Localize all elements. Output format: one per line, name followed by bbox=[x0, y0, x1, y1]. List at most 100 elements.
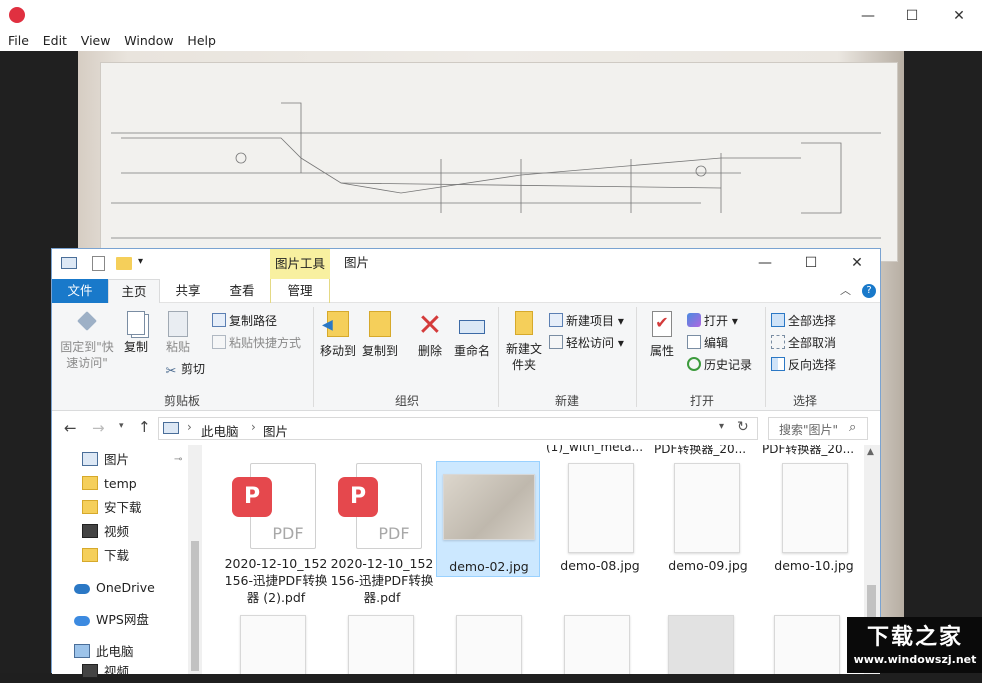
breadcrumb-pictures[interactable]: 图片 bbox=[263, 421, 288, 440]
wps-cloud-icon bbox=[74, 616, 90, 626]
nav-item-videos[interactable]: 视频 bbox=[82, 521, 129, 543]
quick-properties-icon[interactable] bbox=[92, 256, 105, 271]
move-to-label: 移动到 bbox=[319, 344, 356, 358]
tab-view[interactable]: 查看 bbox=[216, 279, 268, 303]
viewer-close-button[interactable]: ✕ bbox=[936, 0, 982, 31]
tab-share[interactable]: 共享 bbox=[162, 279, 214, 303]
image-thumbnail bbox=[348, 615, 414, 674]
organize-group-label: 组织 bbox=[394, 394, 419, 408]
nav-item-downloads[interactable]: 下载 bbox=[82, 545, 129, 567]
address-bar[interactable]: › 此电脑 › 图片 ▾ ↻ bbox=[158, 417, 758, 440]
search-box[interactable]: 搜索"图片" ⌕ bbox=[768, 417, 868, 440]
tab-home[interactable]: 主页 bbox=[108, 279, 160, 304]
edit-button[interactable]: 编辑 bbox=[687, 335, 728, 351]
menu-view[interactable]: View bbox=[81, 31, 111, 51]
new-item-label: 新建项目 bbox=[566, 314, 615, 328]
viewer-maximize-button[interactable]: ☐ bbox=[889, 0, 935, 31]
breadcrumb-this-pc[interactable]: 此电脑 bbox=[201, 421, 239, 440]
nav-item-onedrive[interactable]: OneDrive bbox=[74, 577, 155, 599]
copy-to-button[interactable]: 复制到 bbox=[360, 311, 400, 359]
delete-button[interactable]: ✕ 删除 bbox=[410, 311, 450, 359]
file-name: 2020-12-10_152156-迅捷PDF转换器 (2).pdf bbox=[224, 556, 328, 605]
tab-file[interactable]: 文件 bbox=[52, 279, 108, 303]
nav-item-this-pc[interactable]: 此电脑 bbox=[74, 641, 134, 663]
rename-button[interactable]: 重命名 bbox=[450, 311, 494, 359]
search-placeholder: 搜索"图片" bbox=[779, 423, 839, 437]
select-none-icon bbox=[771, 335, 785, 349]
folder-icon bbox=[82, 476, 98, 490]
select-none-button[interactable]: 全部取消 bbox=[771, 335, 836, 351]
nav-item-temp[interactable]: temp bbox=[82, 473, 137, 495]
select-all-button[interactable]: 全部选择 bbox=[771, 313, 836, 329]
up-arrow-icon[interactable]: ↑ bbox=[138, 418, 151, 436]
file-item[interactable]: P PDF 2020-12-10_152156-迅捷PDF转换器 (2).pdf bbox=[222, 463, 330, 605]
watermark-title: 下载之家 bbox=[866, 624, 963, 650]
quick-new-folder-icon[interactable] bbox=[116, 257, 132, 270]
easy-access-button[interactable]: 轻松访问 ▾ bbox=[549, 335, 624, 351]
menu-edit[interactable]: Edit bbox=[43, 31, 67, 51]
file-item[interactable]: demo-08.jpg bbox=[546, 461, 654, 577]
open-button[interactable]: 打开 ▾ bbox=[687, 313, 738, 329]
image-thumbnail bbox=[668, 615, 734, 674]
invert-selection-button[interactable]: 反向选择 bbox=[771, 357, 836, 373]
folder-icon bbox=[82, 500, 98, 514]
quick-access-dropdown-icon[interactable]: ▾ bbox=[138, 256, 143, 267]
viewer-title-bar: — ☐ ✕ bbox=[0, 0, 982, 31]
nav-item-videos-2[interactable]: 视频 bbox=[82, 661, 129, 683]
invert-selection-label: 反向选择 bbox=[788, 358, 837, 372]
nav-scrollbar-thumb[interactable] bbox=[191, 541, 199, 671]
nav-item-pictures[interactable]: 图片 ⊸ bbox=[82, 449, 182, 471]
menu-file[interactable]: File bbox=[8, 31, 29, 51]
cut-button[interactable]: ✂ 剪切 bbox=[164, 361, 205, 379]
paste-button[interactable]: 粘贴 bbox=[158, 311, 198, 355]
nav-scrollbar[interactable] bbox=[188, 445, 202, 674]
nav-item-wps-cloud[interactable]: WPS网盘 bbox=[74, 609, 149, 631]
edit-label: 编辑 bbox=[704, 336, 729, 350]
pictures-icon bbox=[82, 452, 98, 466]
explorer-minimize-button[interactable]: — bbox=[742, 249, 788, 277]
menu-help[interactable]: Help bbox=[187, 31, 216, 51]
nav-item-label: 图片 bbox=[104, 452, 130, 467]
help-icon[interactable]: ? bbox=[862, 284, 876, 298]
copy-path-label: 复制路径 bbox=[229, 314, 278, 328]
refresh-icon[interactable]: ↻ bbox=[737, 419, 749, 435]
file-item[interactable]: P PDF 2020-12-10_152156-迅捷PDF转换器.pdf bbox=[328, 463, 436, 605]
file-item-selected[interactable]: demo-02.jpg bbox=[436, 461, 540, 577]
nav-item-label: 下载 bbox=[104, 548, 130, 563]
move-to-button[interactable]: ◀ 移动到 bbox=[318, 311, 358, 359]
forward-arrow-icon[interactable]: → bbox=[92, 419, 105, 437]
tab-manage[interactable]: 管理 bbox=[270, 279, 330, 303]
new-item-button[interactable]: 新建项目 ▾ bbox=[549, 313, 624, 329]
explorer-close-button[interactable]: ✕ bbox=[834, 249, 880, 277]
pdf-logo-icon: P bbox=[338, 477, 378, 517]
file-name: 2020-12-10_152156-迅捷PDF转换器.pdf bbox=[330, 556, 434, 605]
copy-icon bbox=[127, 311, 145, 335]
contextual-tab-group: 图片工具 bbox=[270, 249, 330, 279]
new-folder-button[interactable]: 新建文件夹 bbox=[502, 311, 546, 373]
select-all-icon bbox=[771, 313, 785, 327]
delete-x-icon: ✕ bbox=[417, 308, 443, 343]
back-arrow-icon[interactable]: ← bbox=[64, 419, 77, 437]
file-item[interactable]: demo-09.jpg bbox=[654, 461, 762, 577]
watermark-url: www.windowszj.net bbox=[853, 653, 977, 666]
copy-path-button[interactable]: 复制路径 bbox=[212, 313, 277, 329]
properties-button[interactable]: ✔ 属性 bbox=[642, 311, 682, 359]
pin-quick-access-button[interactable]: 固定到"快速访问" bbox=[58, 311, 116, 371]
menu-window[interactable]: Window bbox=[124, 31, 173, 51]
paste-icon bbox=[168, 311, 188, 337]
address-dropdown-icon[interactable]: ▾ bbox=[719, 421, 724, 432]
viewer-minimize-button[interactable]: — bbox=[845, 0, 891, 31]
cut-label: 剪切 bbox=[181, 362, 206, 376]
explorer-maximize-button[interactable]: ☐ bbox=[788, 249, 834, 277]
move-to-icon: ◀ bbox=[322, 311, 349, 337]
file-item[interactable]: demo-10.jpg bbox=[760, 461, 864, 577]
scroll-up-icon[interactable]: ▲ bbox=[867, 447, 874, 457]
nav-item-downloads-an[interactable]: 安下载 bbox=[82, 497, 142, 519]
history-button[interactable]: 历史记录 bbox=[687, 357, 752, 373]
copy-button[interactable]: 复制 bbox=[118, 311, 154, 355]
watermark: 下载之家 www.windowszj.net bbox=[847, 617, 982, 673]
ribbon-collapse-chevron-icon[interactable]: ︿ bbox=[840, 282, 851, 298]
paste-shortcut-button[interactable]: 粘贴快捷方式 bbox=[212, 335, 301, 351]
recent-locations-chevron-icon[interactable]: ▾ bbox=[119, 421, 124, 431]
new-folder-icon bbox=[515, 311, 533, 335]
